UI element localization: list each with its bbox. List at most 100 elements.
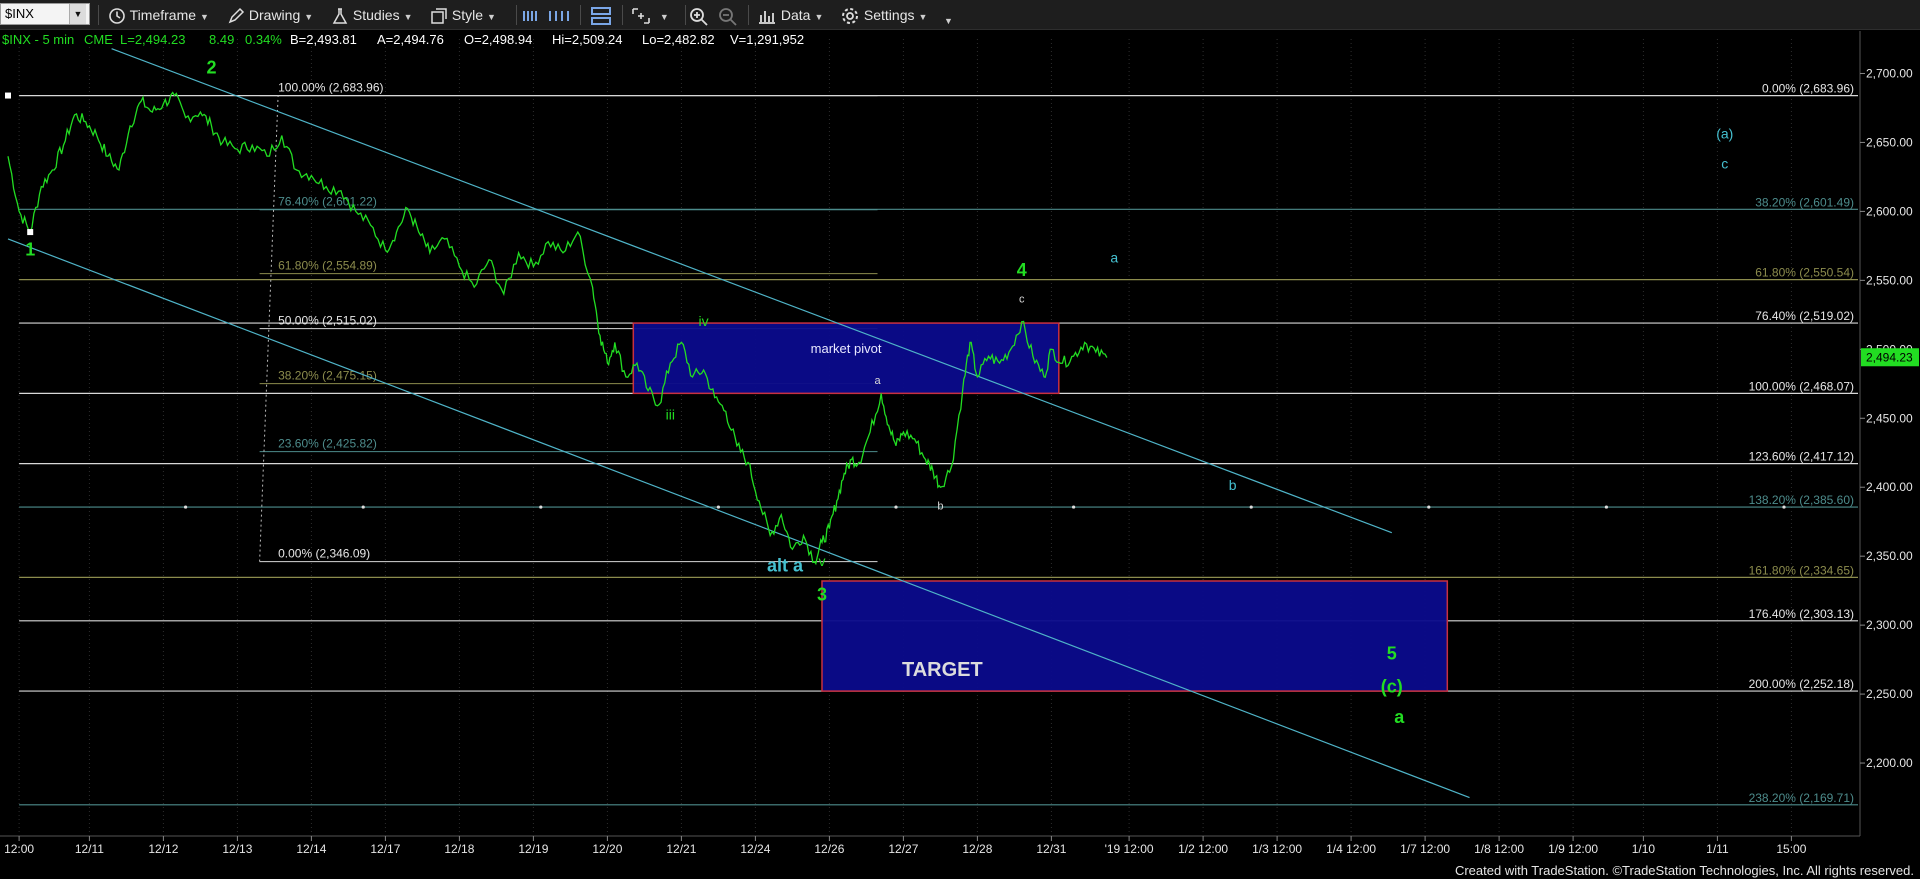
wave-label: c <box>1721 156 1728 172</box>
time-tick-label: 1/11 <box>1706 842 1729 856</box>
zoom-out-icon <box>719 8 737 26</box>
clock-icon <box>109 8 125 25</box>
toolbar-divider <box>748 5 749 25</box>
bar-spacing-icon <box>523 11 537 22</box>
wave-label: a <box>1394 707 1405 727</box>
quote-name: $INX - 5 min <box>2 32 74 47</box>
price-chart[interactable]: 0.00% (2,683.96) 38.20% (2,601.49) 61.80% … <box>0 31 1920 857</box>
copyright-text: Created with TradeStation. ©TradeStation… <box>1454 863 1914 878</box>
wave-label: (c) <box>1381 677 1403 697</box>
toolbar-divider <box>685 5 686 25</box>
wave-label: (a) <box>1716 125 1733 141</box>
level-dot <box>1249 505 1253 509</box>
fib-label-right: 200.00% (2,252.18) <box>1749 677 1854 691</box>
bar-chart-icon <box>759 11 775 25</box>
toolbar-overflow-button[interactable]: ▼ <box>940 4 953 34</box>
toolbar: $INX ▼ Timeframe ▼ Drawing ▼ Studies ▼ Styl… <box>0 0 1920 30</box>
level-dot <box>1427 505 1431 509</box>
time-tick-label: 12/13 <box>222 842 252 856</box>
cursor-mode-button[interactable]: ▼ <box>630 0 669 30</box>
time-tick-label: 12/31 <box>1036 842 1066 856</box>
settings-menu[interactable]: Settings ▼ <box>840 0 927 30</box>
fib-label-left: 61.80% (2,554.89) <box>278 259 377 273</box>
time-tick-label: '19 12:00 <box>1105 842 1154 856</box>
price-tick-label: 2,400.00 <box>1866 480 1913 494</box>
quote-low: Lo=2,482.82 <box>642 32 715 47</box>
style-icon <box>431 8 447 25</box>
fib-label-right: 76.40% (2,519.02) <box>1755 309 1854 323</box>
wave-label: 3 <box>817 584 827 604</box>
level-dot <box>361 505 365 509</box>
time-tick-label: 15:00 <box>1776 842 1806 856</box>
fib-label-left: 50.00% (2,515.02) <box>278 314 377 328</box>
studies-label: Studies <box>352 7 400 23</box>
gear-icon <box>842 8 858 25</box>
fib-label-right: 123.60% (2,417.12) <box>1749 450 1854 464</box>
target-label: TARGET <box>902 659 983 681</box>
wave-label: alt a <box>767 555 804 575</box>
price-tick-label: 2,700.00 <box>1866 66 1913 80</box>
data-menu[interactable]: Data ▼ <box>757 0 823 30</box>
timeframe-menu[interactable]: Timeframe ▼ <box>108 0 209 30</box>
price-tick-label: 2,600.00 <box>1866 204 1913 218</box>
layout-icon <box>591 7 611 26</box>
price-tick-label: 2,650.00 <box>1866 135 1913 149</box>
wave-label: 2 <box>206 57 216 77</box>
price-tick-label: 2,300.00 <box>1866 618 1913 632</box>
flask-icon <box>332 8 348 25</box>
time-tick-label: 1/9 12:00 <box>1548 842 1598 856</box>
fib-label-left: 38.20% (2,475.15) <box>278 369 377 383</box>
style-label: Style <box>451 7 484 23</box>
pencil-icon <box>228 8 245 24</box>
fib-label-right: 61.80% (2,550.54) <box>1755 266 1854 280</box>
level-dot <box>894 505 898 509</box>
fib-label-right: 100.00% (2,468.07) <box>1749 379 1854 393</box>
wave-label: b <box>1229 477 1237 493</box>
zoom-out-button[interactable] <box>717 0 739 30</box>
level-dot <box>1782 505 1786 509</box>
timeframe-label: Timeframe <box>129 7 197 23</box>
zoom-in-icon <box>690 8 708 26</box>
drawing-label: Drawing <box>248 7 301 23</box>
time-tick-label: 12/28 <box>962 842 992 856</box>
swing-marker <box>5 92 11 99</box>
time-tick-label: 12/26 <box>814 842 844 856</box>
drawing-menu[interactable]: Drawing ▼ <box>227 0 313 30</box>
studies-menu[interactable]: Studies ▼ <box>331 0 413 30</box>
caret-down-icon: ▼ <box>200 12 209 22</box>
symbol-text: $INX <box>5 6 34 21</box>
time-tick-label: 1/7 12:00 <box>1400 842 1450 856</box>
wave-label: 5 <box>1387 644 1397 664</box>
time-tick-label: 12/27 <box>888 842 918 856</box>
chart-layout-button[interactable] <box>590 0 612 30</box>
chevron-down-icon[interactable]: ▼ <box>69 4 86 24</box>
toolbar-divider <box>580 5 581 25</box>
style-menu[interactable]: Style ▼ <box>430 0 496 30</box>
symbol-input[interactable]: $INX ▼ <box>0 3 90 25</box>
fib-label-left: 100.00% (2,683.96) <box>278 81 383 95</box>
fib-label-left: 23.60% (2,425.82) <box>278 437 377 451</box>
data-label: Data <box>780 7 811 23</box>
time-tick-label: 12/24 <box>740 842 770 856</box>
caret-down-icon: ▼ <box>304 12 314 22</box>
wave-label: iii <box>666 407 675 423</box>
time-tick-label: 1/10 <box>1632 842 1656 856</box>
level-dot <box>716 505 721 509</box>
wave-label: v <box>819 553 826 569</box>
bar-spacing-increase-button[interactable] <box>548 0 570 30</box>
quote-change-pct: 0.34% <box>245 32 282 47</box>
market-pivot-label: market pivot <box>811 341 882 356</box>
price-tick-label: 2,250.00 <box>1866 687 1913 701</box>
time-tick-label: 1/3 12:00 <box>1252 842 1302 856</box>
caret-down-icon: ▼ <box>944 16 953 26</box>
time-tick-label: 12:00 <box>4 842 34 856</box>
fib-label-left: 76.40% (2,601.22) <box>278 195 377 209</box>
price-tick-label: 2,200.00 <box>1866 756 1913 770</box>
level-dot <box>1604 505 1608 509</box>
quote-exchange: CME <box>84 32 113 47</box>
quote-bid: B=2,493.81 <box>290 32 357 47</box>
toolbar-divider <box>516 5 517 25</box>
fib-label-right: 161.80% (2,334.65) <box>1749 563 1854 577</box>
zoom-in-button[interactable] <box>688 0 710 30</box>
bar-spacing-decrease-button[interactable] <box>522 0 544 30</box>
